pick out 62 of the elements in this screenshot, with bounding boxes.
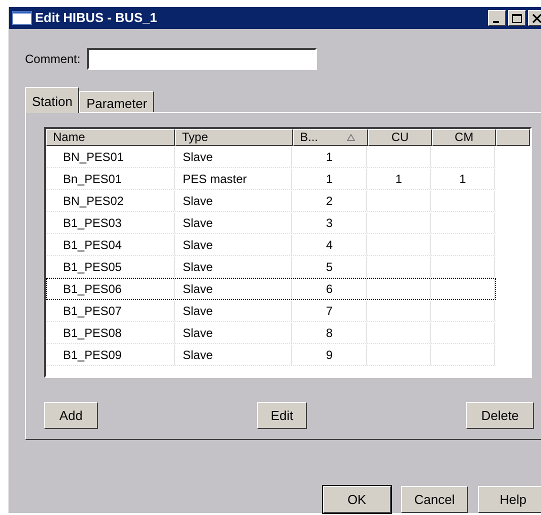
- table-cell: B1_PES04: [63, 238, 122, 252]
- window-icon: [12, 11, 32, 26]
- table-cell: BN_PES02: [63, 194, 124, 208]
- table-cell: B1_PES03: [63, 216, 122, 230]
- table-cell: 1: [326, 150, 333, 164]
- table-row[interactable]: B1_PES05 Slave 5: [46, 256, 496, 278]
- dialog-button[interactable]: Help: [478, 486, 541, 513]
- column-header[interactable]: CU: [368, 129, 432, 146]
- table-cell: 2: [326, 194, 333, 208]
- table-cell: Slave: [182, 194, 213, 208]
- table-cell: Slave: [182, 348, 213, 362]
- column-header[interactable]: Name: [46, 129, 175, 146]
- table-cell: B1_PES06: [63, 282, 122, 296]
- table-cell: 7: [326, 304, 333, 318]
- table-row[interactable]: Bn_PES01 PES master 1 1 1: [46, 168, 496, 190]
- table-cell: 4: [326, 238, 333, 252]
- tab[interactable]: Parameter: [79, 91, 154, 114]
- add-button[interactable]: Add: [44, 402, 98, 430]
- table-cell: B1_PES05: [63, 260, 122, 274]
- tab[interactable]: Station: [25, 87, 80, 114]
- table-cell: PES master: [182, 172, 247, 186]
- comment-label: Comment:: [25, 52, 80, 66]
- table-cell: 1: [395, 172, 402, 186]
- table-cell: Slave: [182, 238, 213, 252]
- table-cell: Bn_PES01: [63, 172, 122, 186]
- table-cell: Slave: [182, 260, 213, 274]
- table-cell: 3: [326, 216, 333, 230]
- table-row[interactable]: B1_PES09 Slave 9: [46, 344, 496, 366]
- table-cell: BN_PES01: [63, 150, 124, 164]
- dialog-button[interactable]: Cancel: [400, 486, 468, 513]
- table-cell: Slave: [182, 304, 213, 318]
- table-cell: B1_PES07: [63, 304, 122, 318]
- dialog-button[interactable]: OK: [323, 486, 391, 513]
- table-row[interactable]: B1_PES07 Slave 7: [46, 300, 496, 322]
- edit-button[interactable]: Edit: [257, 402, 307, 430]
- table-cell: Slave: [182, 326, 213, 340]
- minimize-icon[interactable]: [488, 10, 506, 26]
- column-header[interactable]: Type: [175, 129, 293, 146]
- table-row[interactable]: B1_PES03 Slave 3: [46, 212, 496, 234]
- table-row[interactable]: B1_PES06 Slave 6: [46, 278, 496, 300]
- table-cell: 1: [459, 172, 466, 186]
- table-cell: 6: [326, 282, 333, 296]
- column-header[interactable]: CM: [432, 129, 496, 146]
- column-header[interactable]: B...: [293, 129, 368, 146]
- delete-button[interactable]: Delete: [466, 402, 534, 430]
- table-cell: Slave: [182, 216, 213, 230]
- table-cell: Slave: [182, 282, 213, 296]
- table-row[interactable]: BN_PES02 Slave 2: [46, 190, 496, 212]
- close-icon[interactable]: [528, 10, 541, 26]
- maximize-icon[interactable]: [508, 10, 526, 26]
- table-cell: 8: [326, 326, 333, 340]
- table-row[interactable]: BN_PES01 Slave 1: [46, 146, 496, 168]
- table-cell: 1: [326, 172, 333, 186]
- table-row[interactable]: B1_PES04 Slave 4: [46, 234, 496, 256]
- table-cell: 9: [326, 348, 333, 362]
- window-title: Edit HIBUS - BUS_1: [35, 9, 158, 28]
- table-cell: 5: [326, 260, 333, 274]
- table-row[interactable]: B1_PES08 Slave 8: [46, 322, 496, 344]
- comment-field[interactable]: [87, 48, 317, 70]
- table-cell: Slave: [182, 150, 213, 164]
- table-cell: B1_PES09: [63, 348, 122, 362]
- table-cell: B1_PES08: [63, 326, 122, 340]
